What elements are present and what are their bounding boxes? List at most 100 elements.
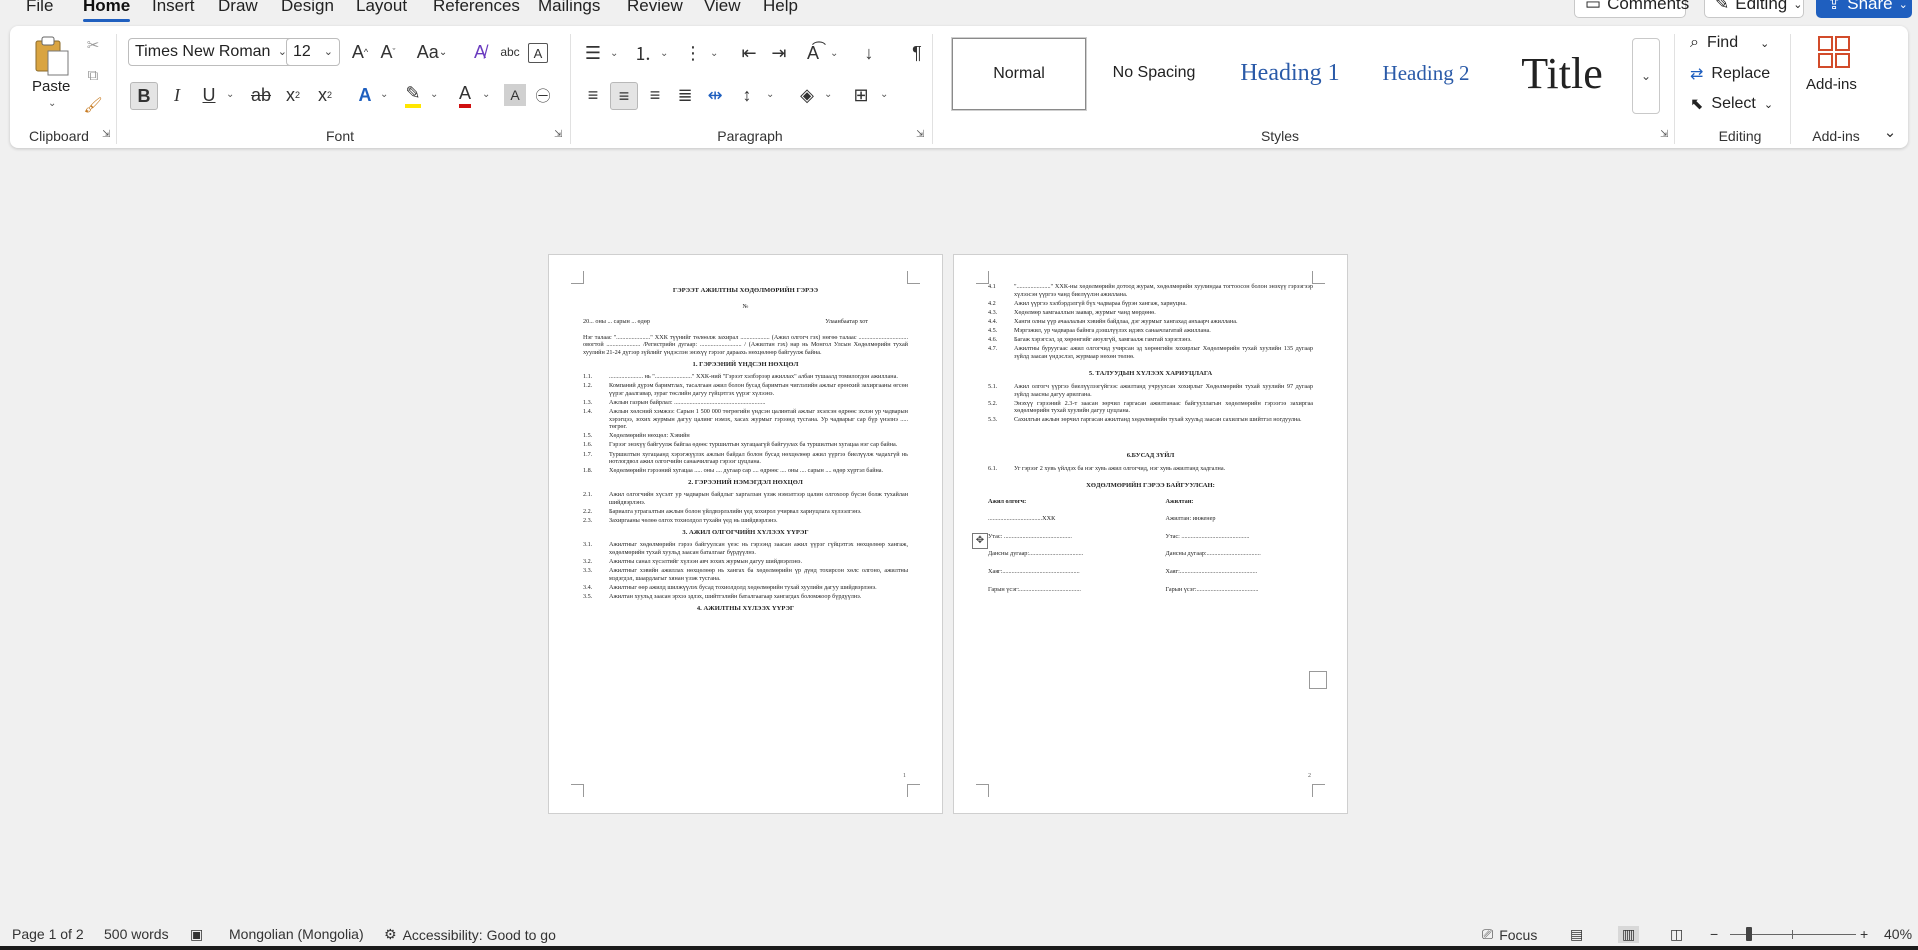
chevron-down-icon[interactable]: ⌄ xyxy=(830,48,838,59)
chevron-down-icon[interactable]: ⌄ xyxy=(482,89,490,100)
zoom-level[interactable]: 40% xyxy=(1884,926,1912,942)
dialog-launcher-icon[interactable]: ⇲ xyxy=(916,130,926,140)
paste-icon[interactable] xyxy=(30,34,74,78)
read-mode-icon[interactable]: ▤ xyxy=(1570,926,1583,943)
chevron-down-icon[interactable]: ⌄ xyxy=(660,48,668,59)
decrease-indent-icon[interactable]: ⇤ xyxy=(736,40,762,66)
word-count[interactable]: 500 words xyxy=(104,926,169,942)
phonetic-guide-icon[interactable]: abc xyxy=(498,40,522,64)
subscript-icon[interactable]: x2 xyxy=(280,82,306,108)
comments-button[interactable]: ▭ Comments xyxy=(1574,0,1689,18)
table-resize-handle[interactable] xyxy=(1309,671,1327,689)
align-left-icon[interactable]: ≡ xyxy=(580,82,606,108)
addins-icon[interactable] xyxy=(1816,34,1852,70)
justify-icon[interactable]: ≣ xyxy=(672,82,698,108)
share-button[interactable]: ⇪ Share ⌄ xyxy=(1816,0,1912,18)
character-shading-icon[interactable]: A xyxy=(504,84,526,106)
align-center-icon[interactable]: ≡ xyxy=(610,82,638,110)
clear-formatting-icon[interactable]: A̸ xyxy=(468,40,492,64)
bullets-icon[interactable]: ☰ xyxy=(580,40,606,66)
chevron-down-icon[interactable]: ⌄ xyxy=(710,48,718,59)
tab-mailings[interactable]: Mailings xyxy=(538,0,600,16)
replace-button[interactable]: ⇄ Replace xyxy=(1690,64,1770,84)
language-indicator[interactable]: Mongolian (Mongolia) xyxy=(229,926,364,942)
dialog-launcher-icon[interactable]: ⇲ xyxy=(1660,130,1670,140)
format-painter-icon[interactable]: 🖌 xyxy=(82,94,104,116)
show-formatting-marks-icon[interactable]: ¶ xyxy=(904,40,930,66)
page-indicator[interactable]: Page 1 of 2 xyxy=(12,926,84,942)
font-color-icon[interactable]: A xyxy=(452,82,478,108)
bold-icon[interactable]: B xyxy=(130,82,158,110)
cut-icon[interactable]: ✂ xyxy=(82,34,104,56)
find-button[interactable]: ⌕ Find ⌄ xyxy=(1690,34,1769,52)
paste-label[interactable]: Paste xyxy=(32,78,70,95)
dialog-launcher-icon[interactable]: ⇲ xyxy=(554,130,564,140)
zoom-in-icon[interactable]: + xyxy=(1860,926,1868,942)
chevron-down-icon[interactable]: ⌄ xyxy=(824,89,832,100)
zoom-out-icon[interactable]: − xyxy=(1710,926,1718,942)
text-effects-icon[interactable]: A xyxy=(352,82,378,108)
document-page-2[interactable]: 4.1 "......................" ХХК-ны хөдөл… xyxy=(953,254,1348,814)
distributed-icon[interactable]: ⇹ xyxy=(702,82,728,108)
tab-insert[interactable]: Insert xyxy=(152,0,195,16)
select-button[interactable]: ⬉ Select ⌄ xyxy=(1690,94,1773,114)
addins-button-label[interactable]: Add-ins xyxy=(1806,76,1857,93)
tab-design[interactable]: Design xyxy=(281,0,334,16)
chevron-down-icon[interactable]: ⌄ xyxy=(880,89,888,100)
copy-icon[interactable]: ⧉ xyxy=(82,64,104,86)
shading-icon[interactable]: ◈ xyxy=(794,82,820,108)
dialog-launcher-icon[interactable]: ⇲ xyxy=(102,130,112,140)
tab-view[interactable]: View xyxy=(704,0,741,16)
tab-draw[interactable]: Draw xyxy=(218,0,258,16)
chevron-down-icon[interactable]: ⌄ xyxy=(766,89,774,100)
editing-mode-button[interactable]: ✎ Editing ⌄ xyxy=(1704,0,1804,18)
enclose-characters-icon[interactable]: ㊀ xyxy=(530,82,556,108)
chevron-down-icon[interactable]: ⌄ xyxy=(430,89,438,100)
chevron-down-icon[interactable]: ⌄ xyxy=(380,89,388,100)
style-heading-1[interactable]: Heading 1 xyxy=(1224,38,1356,108)
grow-font-icon[interactable]: A ^ xyxy=(348,40,372,64)
multilevel-list-icon[interactable]: ⋮ xyxy=(680,40,706,66)
change-case-icon[interactable]: Aa ⌄ xyxy=(412,40,452,64)
chevron-down-icon[interactable]: ⌄ xyxy=(610,48,618,59)
italic-icon[interactable]: I xyxy=(164,82,190,108)
numbering-icon[interactable]: ⒈ xyxy=(630,40,656,66)
tab-review[interactable]: Review xyxy=(627,0,683,16)
chevron-down-icon[interactable]: ⌄ xyxy=(226,89,234,100)
align-right-icon[interactable]: ≡ xyxy=(642,82,668,108)
document-page-1[interactable]: ГЭРЭЭТ АЖИЛТНЫ ХӨДӨЛМӨРИЙН ГЭРЭЭ № 20...… xyxy=(548,254,943,814)
tab-layout[interactable]: Layout xyxy=(356,0,407,16)
zoom-slider-thumb[interactable] xyxy=(1746,927,1752,941)
highlight-color-icon[interactable]: ✎ xyxy=(400,82,426,108)
tab-help[interactable]: Help xyxy=(763,0,798,16)
style-no-spacing[interactable]: No Spacing xyxy=(1088,38,1220,108)
font-name-combo[interactable]: Times New Roman ⌄ xyxy=(128,38,294,66)
style-normal[interactable]: Normal xyxy=(952,38,1086,110)
tab-file[interactable]: File xyxy=(26,0,53,16)
print-layout-icon[interactable]: ▥ xyxy=(1618,926,1640,943)
accessibility-checker[interactable]: ⚙ Accessibility: Good to go xyxy=(384,926,556,943)
superscript-icon[interactable]: x2 xyxy=(312,82,338,108)
collapse-ribbon-icon[interactable]: ⌄ xyxy=(1880,122,1900,142)
shrink-font-icon[interactable]: Aˇ xyxy=(376,40,400,64)
style-heading-2[interactable]: Heading 2 xyxy=(1360,38,1492,108)
tab-references[interactable]: References xyxy=(433,0,520,16)
line-spacing-icon[interactable]: ↕ xyxy=(734,82,760,108)
style-title[interactable]: Title xyxy=(1496,38,1628,108)
borders-icon[interactable]: ⊞ xyxy=(848,82,874,108)
proofing-status[interactable]: ▣ xyxy=(190,926,203,943)
underline-icon[interactable]: U xyxy=(196,82,222,108)
font-size-combo[interactable]: 12 ⌄ xyxy=(286,38,340,66)
asian-layout-icon[interactable]: A͡ xyxy=(800,40,826,66)
table-move-handle-icon[interactable]: ✥ xyxy=(972,533,988,549)
web-layout-icon[interactable]: ◫ xyxy=(1670,926,1683,943)
chevron-down-icon[interactable]: ⌄ xyxy=(48,98,56,109)
styles-more-button[interactable]: ⌄ xyxy=(1632,38,1660,114)
tab-home[interactable]: Home xyxy=(83,0,131,22)
increase-indent-icon[interactable]: ⇥ xyxy=(766,40,792,66)
sort-icon[interactable]: ↓ xyxy=(856,40,882,66)
crop-mark xyxy=(571,784,584,797)
strikethrough-icon[interactable]: ab xyxy=(248,82,274,108)
focus-mode-button[interactable]: ⎚ Focus xyxy=(1482,926,1537,943)
character-border-icon[interactable]: A xyxy=(528,43,548,63)
